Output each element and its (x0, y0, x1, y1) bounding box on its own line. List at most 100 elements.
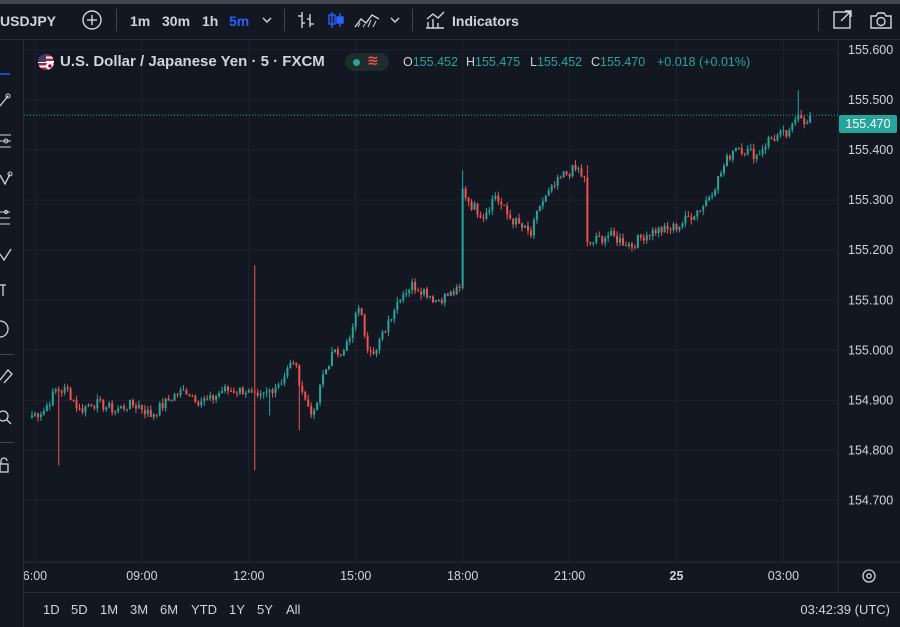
candle-body (167, 398, 170, 401)
measure-icon[interactable] (0, 320, 14, 338)
us-flag-icon (38, 54, 54, 70)
candle-body (541, 201, 544, 207)
symbol-title[interactable]: U.S. Dollar / Japanese Yen · 5 · FXCM (60, 52, 325, 72)
candle-body (806, 122, 809, 125)
price-axis-label: 154.800 (848, 443, 893, 457)
candle-body (773, 138, 776, 141)
candle-body (224, 386, 227, 392)
price-axis-label: 155.300 (848, 193, 893, 207)
market-status-badge[interactable]: ≋ (345, 52, 389, 71)
chart-type-dropdown-icon[interactable] (389, 15, 401, 25)
candle-body (87, 404, 90, 406)
candle-body (84, 405, 87, 413)
fib-retracement-icon[interactable] (0, 132, 14, 150)
drawing-toolbar (0, 40, 24, 627)
candle-body (568, 174, 571, 177)
range-6m[interactable]: 6M (160, 602, 178, 617)
indicators-icon[interactable] (424, 10, 446, 30)
range-all[interactable]: All (286, 602, 300, 617)
candle-body (746, 148, 749, 155)
interval-5m[interactable]: 5m (229, 10, 249, 32)
price-chart[interactable]: 155.600 155.500 155.400 155.300 155.200 155.1… (0, 0, 900, 627)
text-icon[interactable] (0, 280, 14, 298)
candle-body (215, 396, 218, 400)
candle-body (176, 394, 179, 396)
candle-body (672, 224, 675, 231)
candle-body (583, 176, 586, 178)
trend-line-icon[interactable] (0, 92, 14, 110)
range-1d[interactable]: 1D (43, 602, 60, 617)
lock-icon[interactable] (0, 456, 14, 474)
range-5y[interactable]: 5Y (257, 602, 273, 617)
candle-body (45, 405, 48, 411)
candle-body (503, 204, 506, 206)
candle-body (494, 195, 497, 200)
candle-body (544, 195, 547, 202)
candle-body (580, 168, 583, 177)
candle-body (247, 389, 250, 393)
candle-body (328, 366, 330, 369)
candle-body (366, 335, 369, 351)
add-symbol-icon[interactable] (82, 10, 102, 30)
area-style-icon[interactable] (354, 10, 380, 30)
candle-body (440, 299, 443, 304)
candle-body (137, 404, 140, 409)
zoom-icon[interactable] (0, 408, 14, 426)
candle-body (197, 402, 200, 406)
candle-body (54, 389, 57, 392)
axis-settings-icon[interactable] (860, 567, 878, 585)
fullscreen-icon[interactable] (832, 9, 854, 31)
candle-body (574, 164, 577, 170)
candle-body (411, 282, 414, 290)
interval-1h[interactable]: 1h (202, 10, 218, 32)
pattern-icon[interactable] (0, 170, 14, 188)
prediction-icon[interactable] (0, 208, 14, 226)
interval-30m[interactable]: 30m (162, 10, 190, 32)
symbol-search[interactable]: USDJPY (0, 10, 56, 32)
interval-dropdown-icon[interactable] (261, 15, 273, 25)
candle-style-icon[interactable] (326, 10, 346, 30)
candle-body (725, 155, 728, 166)
candle-body (185, 389, 188, 395)
range-1y[interactable]: 1Y (229, 602, 245, 617)
candle-body (384, 331, 387, 333)
range-5d[interactable]: 5D (71, 602, 88, 617)
interval-1m[interactable]: 1m (130, 10, 150, 32)
candle-body (728, 155, 731, 160)
candle-body (304, 391, 307, 400)
candle-body (595, 235, 598, 243)
candle-body (518, 218, 521, 224)
candle-body (369, 350, 372, 352)
candle-body (538, 206, 541, 211)
candle-body (277, 384, 280, 388)
candle-body (313, 409, 316, 415)
candle-body (586, 177, 589, 243)
candle-body (319, 384, 322, 403)
utc-clock[interactable]: 03:42:39 (UTC) (800, 602, 890, 617)
ruler-icon[interactable] (0, 366, 14, 384)
candle-body (482, 217, 485, 219)
indicators-button[interactable]: Indicators (452, 10, 519, 32)
candle-body (414, 282, 417, 291)
candle-body (702, 206, 705, 211)
range-ytd[interactable]: YTD (191, 602, 217, 617)
last-price-tag: 155.470 (839, 115, 897, 133)
bar-style-icon[interactable] (296, 10, 316, 30)
time-axis-label: 15:00 (340, 569, 371, 583)
candle-body (271, 389, 274, 394)
price-axis-label: 154.700 (848, 493, 893, 507)
candle-body (345, 341, 348, 351)
candle-body (408, 289, 411, 294)
candle-body (292, 362, 295, 364)
brush-icon[interactable] (0, 244, 14, 262)
candle-body (426, 288, 429, 298)
cursor-icon[interactable] (0, 64, 14, 82)
snapshot-icon[interactable] (869, 9, 893, 31)
candle-body (803, 118, 806, 125)
candle-body (529, 230, 532, 236)
candle-body (776, 134, 779, 141)
range-3m[interactable]: 3M (130, 602, 148, 617)
candle-body (506, 205, 509, 215)
candle-body (330, 352, 333, 367)
range-1m[interactable]: 1M (100, 602, 118, 617)
